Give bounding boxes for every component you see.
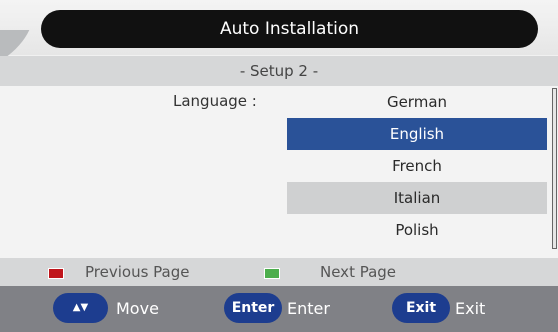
next-page-label[interactable]: Next Page [320, 263, 396, 281]
setup-step-title: - Setup 2 - [0, 56, 558, 86]
up-down-arrows-icon[interactable]: ▲▼ [53, 293, 108, 323]
language-label: Language : [173, 92, 257, 110]
exit-label: Exit [455, 299, 486, 318]
language-option-polish[interactable]: Polish [287, 214, 547, 246]
enter-key-button[interactable]: Enter [224, 293, 282, 323]
language-option-italian[interactable]: Italian [287, 182, 547, 214]
dialog-title: Auto Installation [41, 10, 538, 48]
language-option-english[interactable]: English [287, 118, 547, 150]
language-panel: Language : German English French Italian… [0, 86, 558, 258]
language-option-french[interactable]: French [287, 150, 547, 182]
move-label: Move [116, 299, 159, 318]
language-scrollbar[interactable] [552, 88, 557, 249]
page-navigation-bar: Previous Page Next Page [0, 258, 558, 286]
enter-label: Enter [287, 299, 330, 318]
red-key-icon [48, 268, 64, 279]
language-option-german[interactable]: German [287, 86, 547, 118]
previous-page-label[interactable]: Previous Page [85, 263, 189, 281]
language-list[interactable]: German English French Italian Polish [287, 86, 547, 246]
green-key-icon [264, 268, 280, 279]
exit-key-button[interactable]: Exit [392, 293, 450, 323]
key-help-bar: ▲▼ Move Enter Enter Exit Exit [0, 286, 558, 332]
